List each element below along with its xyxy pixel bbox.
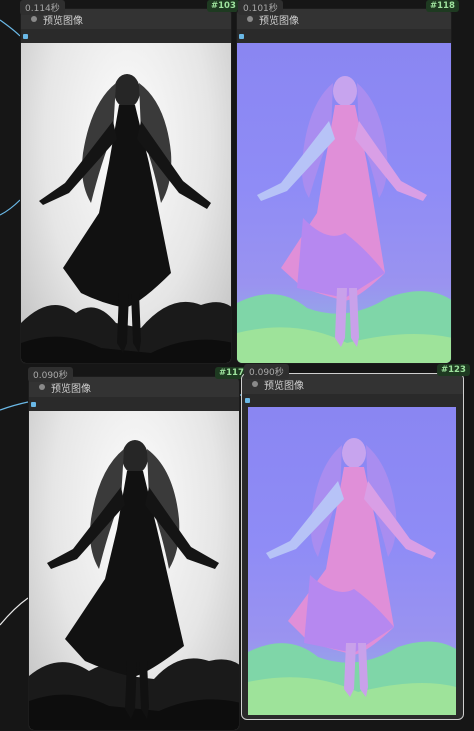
execution-time-badge: 0.101秒	[238, 0, 283, 15]
node-title: 预览图像	[264, 381, 304, 392]
execution-time-badge: 0.114秒	[20, 0, 65, 15]
input-slot[interactable]	[239, 34, 244, 39]
preview-node-117[interactable]: 预览图像	[28, 376, 240, 731]
preview-node-103[interactable]: 预览图像	[20, 8, 232, 364]
node-id-badge: #118	[426, 0, 459, 12]
execution-time-badge: 0.090秒	[28, 367, 73, 382]
status-dot-icon	[31, 16, 37, 22]
preview-image-silhouette	[29, 411, 239, 730]
preview-image-silhouette	[21, 43, 231, 363]
node-title: 预览图像	[51, 384, 91, 395]
execution-time-badge: 0.090秒	[244, 364, 289, 379]
input-slot[interactable]	[31, 402, 36, 407]
preview-node-123[interactable]: 预览图像	[241, 373, 464, 720]
preview-image-normal-map	[248, 407, 456, 715]
input-slot[interactable]	[245, 398, 250, 403]
preview-node-118[interactable]: 预览图像	[236, 8, 452, 364]
status-dot-icon	[39, 384, 45, 390]
status-dot-icon	[247, 16, 253, 22]
node-id-badge: #103	[207, 0, 240, 12]
status-dot-icon	[252, 381, 258, 387]
input-slot[interactable]	[23, 34, 28, 39]
node-id-badge: #123	[437, 364, 470, 376]
preview-image-normal-map	[237, 43, 451, 363]
